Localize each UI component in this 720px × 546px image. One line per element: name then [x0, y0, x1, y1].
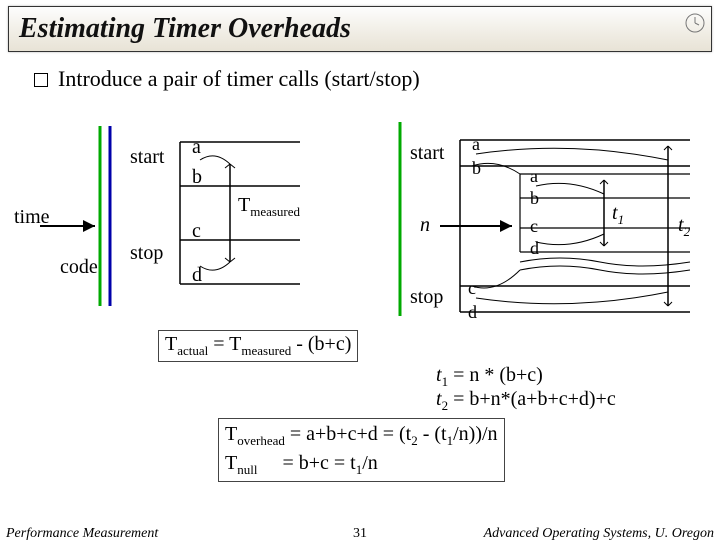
title-bar: Estimating Timer Overheads [8, 6, 712, 52]
label-d-outer: d [468, 302, 477, 323]
label-c-left: c [192, 220, 201, 243]
label-a-inner: a [530, 166, 538, 187]
label-b-inner: b [530, 188, 539, 209]
label-c-inner: c [530, 216, 538, 237]
label-c-outer: c [468, 278, 476, 299]
eq-tactual: Tactual = Tmeasured - (b+c) [158, 330, 358, 362]
clock-icon [683, 11, 707, 35]
label-b-left: b [192, 166, 202, 189]
label-start-left: start [130, 146, 164, 169]
eq-overhead-null: Toverhead = a+b+c+d = (t2 - (t1/n))/n Tn… [218, 418, 505, 482]
label-tmeasured: Tmeasured [238, 194, 300, 220]
label-n: n [420, 214, 430, 237]
label-b-outer: b [472, 158, 481, 179]
page-title: Estimating Timer Overheads [19, 13, 351, 44]
label-code: code [60, 256, 98, 279]
bullet-icon [34, 73, 48, 87]
label-stop-right: stop [410, 286, 443, 309]
eq-t2: t2 = b+n*(a+b+c+d)+c [436, 388, 616, 414]
eq-t1: t1 = n * (b+c) [436, 364, 543, 390]
diagram-canvas: time code start stop a b c d Tmeasured s… [0, 116, 720, 496]
label-d-left: d [192, 264, 202, 287]
bullet-line: Introduce a pair of timer calls (start/s… [34, 66, 720, 92]
label-time: time [14, 206, 50, 229]
label-t1: t1 [612, 202, 624, 228]
label-stop-left: stop [130, 242, 163, 265]
label-a-left: a [192, 136, 201, 159]
label-t2: t2 [678, 214, 690, 240]
label-d-inner: d [530, 238, 539, 259]
bullet-text: Introduce a pair of timer calls (start/s… [58, 66, 420, 91]
label-start-right: start [410, 142, 444, 165]
label-a-outer: a [472, 134, 480, 155]
